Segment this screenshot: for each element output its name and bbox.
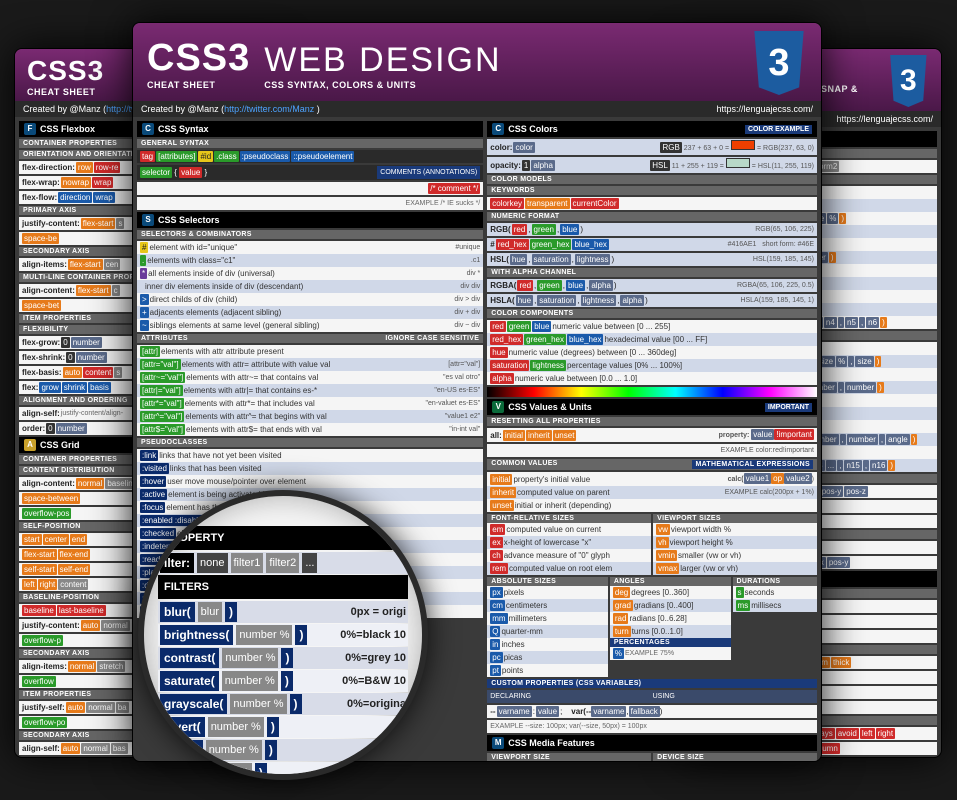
hue-gradient	[487, 387, 817, 397]
section-selectors: SCSS Selectors	[137, 212, 483, 228]
filter-row: saturate(number %)0%=B&W 10	[158, 670, 408, 692]
css3-logo-icon	[751, 31, 807, 95]
filter-row: blur(blur)0px = origi	[158, 601, 408, 623]
site-link[interactable]: https://lenguajecss.com/	[716, 104, 813, 114]
section-values: VCSS Values & Units IMPORTANT	[487, 399, 817, 415]
filter-row: grayscale(number %)0%=origina	[158, 693, 408, 715]
header-center: CSS3 CHEAT SHEET WEB DESIGN CSS SYNTAX, …	[133, 23, 821, 101]
twitter-link[interactable]: http://twitter.com/Manz	[224, 104, 314, 114]
mag-filters-header: FILTERS	[158, 575, 408, 599]
section-colors: CCSS Colors COLOR EXAMPLE	[487, 121, 817, 137]
filter-row: city(number %)	[158, 762, 408, 780]
css3-logo-icon	[888, 55, 929, 107]
title-css3: CSS3	[27, 55, 104, 87]
credit-bar-center: Created by @Manz (http://twitter.com/Man…	[133, 101, 821, 117]
title-cheat: CHEAT SHEET	[27, 87, 104, 97]
section-syntax: CCSS Syntax	[137, 121, 483, 137]
filter-row: brightness(number %)0%=black 10	[158, 624, 408, 646]
mag-prop-header: PROPERTY	[158, 526, 408, 550]
filter-row: invert(number %)	[158, 716, 408, 738]
filter-row: contrast(number %)0%=grey 10	[158, 647, 408, 669]
title-webdesign: WEB DESIGN	[264, 41, 501, 80]
section-media: MCSS Media Features	[487, 735, 817, 751]
title-css3-center: CSS3	[147, 37, 250, 80]
magnifier-lens: PROPERTY ilter: none filter1 filter2 ...…	[138, 490, 428, 780]
